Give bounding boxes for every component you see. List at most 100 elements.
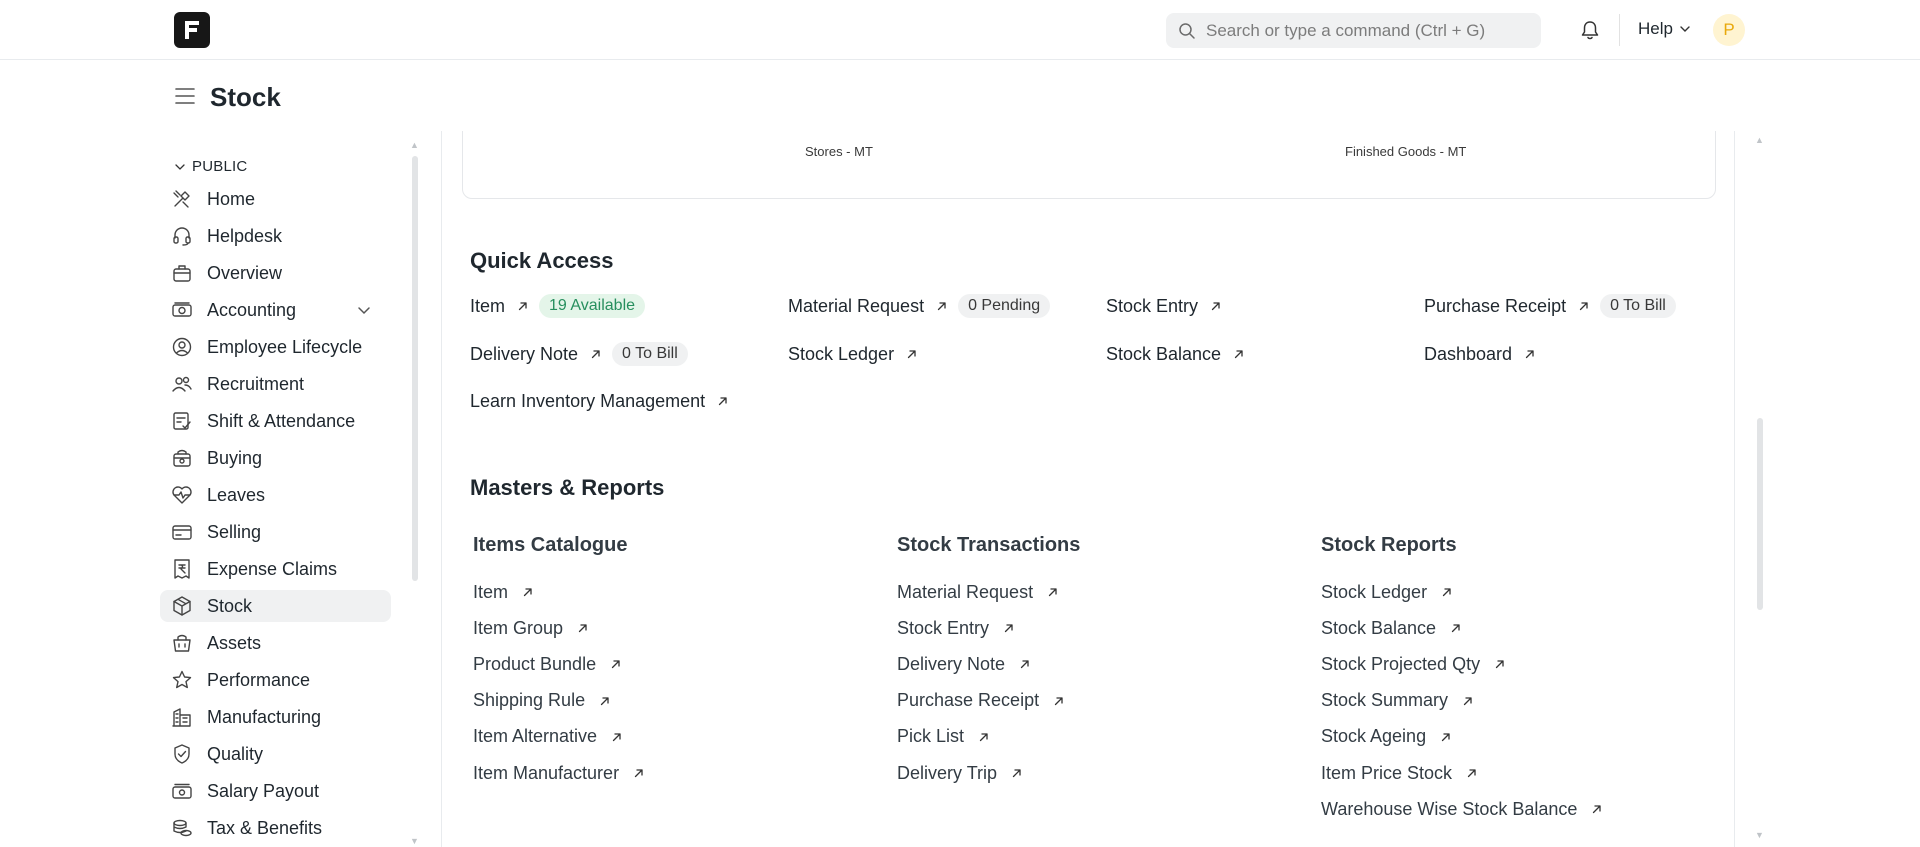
link-stock-entry[interactable]: Stock Entry bbox=[897, 615, 1015, 641]
sidebar-item-helpdesk[interactable]: Helpdesk bbox=[160, 220, 391, 252]
sidebar-item-accounting[interactable]: Accounting bbox=[160, 294, 391, 326]
sidebar-item-label: Selling bbox=[207, 521, 262, 542]
link-shipping-rule[interactable]: Shipping Rule bbox=[473, 688, 611, 714]
sidebar-item-performance[interactable]: Performance bbox=[160, 664, 391, 696]
quick-access-label: Learn Inventory Management bbox=[470, 390, 706, 411]
link-label: Pick List bbox=[897, 726, 965, 747]
link-stock-projected-qty[interactable]: Stock Projected Qty bbox=[1321, 651, 1506, 677]
bag-icon bbox=[173, 449, 191, 467]
external-link-arrow-icon bbox=[1463, 696, 1472, 705]
external-link-arrow-icon bbox=[1495, 660, 1504, 669]
link-stock-summary[interactable]: Stock Summary bbox=[1321, 688, 1474, 714]
search-bar[interactable]: Search or type a command (Ctrl + G) bbox=[1166, 13, 1541, 48]
content-scroll-up[interactable]: ▲ bbox=[1755, 135, 1764, 145]
quick-access-stock-ledger[interactable]: Stock Ledger bbox=[788, 340, 918, 368]
sidebar-item-label: Expense Claims bbox=[207, 558, 338, 579]
help-dropdown[interactable]: Help bbox=[1638, 19, 1691, 39]
chart-label-stores: Stores - MT bbox=[805, 144, 873, 159]
sidebar-item-label: Recruitment bbox=[207, 373, 305, 394]
link-item-manufacturer[interactable]: Item Manufacturer bbox=[473, 760, 645, 786]
help-label: Help bbox=[1638, 19, 1673, 38]
link-item-alternative[interactable]: Item Alternative bbox=[473, 724, 623, 750]
link-label: Item Alternative bbox=[473, 726, 598, 747]
link-label: Delivery Note bbox=[897, 653, 1006, 674]
external-link-arrow-icon bbox=[578, 624, 587, 633]
external-link-arrow-icon bbox=[612, 733, 621, 741]
user-avatar[interactable]: P bbox=[1713, 14, 1745, 46]
quick-access-item[interactable]: Item 19 Available bbox=[470, 292, 646, 320]
sidebar-item-assets[interactable]: Assets bbox=[160, 627, 391, 659]
quick-access-label: Purchase Receipt bbox=[1424, 295, 1567, 316]
quick-access-stock-balance[interactable]: Stock Balance bbox=[1106, 340, 1245, 368]
app-logo[interactable] bbox=[174, 12, 210, 48]
headset-icon bbox=[173, 227, 191, 246]
sidebar: PUBLIC Home Helpdesk Overview Accounting Emp… bbox=[160, 140, 420, 847]
sidebar-item-buying[interactable]: Buying bbox=[160, 442, 391, 474]
link-item-price-stock[interactable]: Item Price Stock bbox=[1321, 760, 1478, 786]
quick-access-dashboard[interactable]: Dashboard bbox=[1424, 340, 1536, 368]
sidebar-item-label: Helpdesk bbox=[207, 225, 283, 246]
sidebar-item-overview[interactable]: Overview bbox=[160, 257, 391, 289]
quick-access-label: Item bbox=[470, 295, 506, 316]
cash-icon bbox=[172, 783, 192, 799]
link-stock-balance[interactable]: Stock Balance bbox=[1321, 615, 1462, 641]
sidebar-scrollbar[interactable] bbox=[412, 156, 418, 581]
frappe-logo-icon bbox=[185, 21, 199, 39]
external-link-arrow-icon bbox=[1441, 733, 1450, 741]
link-stock-ledger[interactable]: Stock Ledger bbox=[1321, 579, 1453, 605]
quick-access-material-request[interactable]: Material Request 0 Pending bbox=[788, 292, 1051, 320]
link-item[interactable]: Item bbox=[473, 579, 534, 605]
link-label: Item Price Stock bbox=[1321, 762, 1453, 783]
link-product-bundle[interactable]: Product Bundle bbox=[473, 651, 622, 677]
sidebar-item-salary-payout[interactable]: Salary Payout bbox=[160, 775, 391, 807]
sidebar-scroll-down[interactable]: ▼ bbox=[410, 836, 419, 846]
notification-bell-icon[interactable] bbox=[1579, 19, 1601, 41]
quick-access-learn-inventory-management[interactable]: Learn Inventory Management bbox=[470, 387, 729, 415]
card-icon bbox=[172, 525, 192, 540]
content-scrollbar[interactable] bbox=[1757, 418, 1763, 610]
sidebar-item-quality[interactable]: Quality bbox=[160, 738, 391, 770]
quick-access-label: Stock Entry bbox=[1106, 295, 1199, 316]
content-scroll-down[interactable]: ▼ bbox=[1755, 830, 1764, 840]
link-label: Stock Ledger bbox=[1321, 581, 1428, 602]
workspace-content: Stores - MT Finished Goods - MT Quick Ac… bbox=[441, 131, 1735, 847]
sidebar-item-employee-lifecycle[interactable]: Employee Lifecycle bbox=[160, 331, 391, 363]
quick-access-purchase-receipt[interactable]: Purchase Receipt 0 To Bill bbox=[1424, 292, 1676, 320]
external-link-arrow-icon bbox=[634, 769, 643, 778]
chevron-down-icon[interactable] bbox=[356, 302, 372, 318]
sidebar-toggle-icon[interactable] bbox=[175, 87, 195, 105]
sidebar-item-label: Shift & Attendance bbox=[207, 410, 356, 431]
card-title-stock-transactions: Stock Transactions bbox=[897, 534, 1081, 556]
link-delivery-note[interactable]: Delivery Note bbox=[897, 651, 1031, 677]
sidebar-item-selling[interactable]: Selling bbox=[160, 516, 391, 548]
sidebar-scroll-up[interactable]: ▲ bbox=[410, 140, 419, 150]
link-stock-ageing[interactable]: Stock Ageing bbox=[1321, 724, 1452, 750]
sidebar-section-public[interactable]: PUBLIC bbox=[174, 158, 247, 175]
sidebar-item-recruitment[interactable]: Recruitment bbox=[160, 368, 391, 400]
sidebar-item-label: Tax & Benefits bbox=[207, 817, 323, 838]
link-pick-list[interactable]: Pick List bbox=[897, 724, 990, 750]
sidebar-item-shift-and-attendance[interactable]: Shift & Attendance bbox=[160, 405, 391, 437]
link-purchase-receipt[interactable]: Purchase Receipt bbox=[897, 688, 1065, 714]
sidebar-item-leaves[interactable]: Leaves bbox=[160, 479, 391, 511]
box-icon bbox=[173, 596, 191, 616]
sidebar-item-expense-claims[interactable]: Expense Claims bbox=[160, 553, 391, 585]
sidebar-item-home[interactable]: Home bbox=[160, 183, 391, 215]
quick-access-label: Material Request bbox=[788, 295, 925, 316]
link-material-request[interactable]: Material Request bbox=[897, 579, 1059, 605]
sidebar-item-tax-and-benefits[interactable]: Tax & Benefits bbox=[160, 812, 391, 844]
link-item-group[interactable]: Item Group bbox=[473, 615, 589, 641]
quick-access-title: Quick Access bbox=[470, 248, 614, 273]
sidebar-item-manufacturing[interactable]: Manufacturing bbox=[160, 701, 391, 733]
link-label: Item Group bbox=[473, 617, 564, 638]
quick-access-stock-entry[interactable]: Stock Entry bbox=[1106, 292, 1222, 320]
link-label: Item bbox=[473, 581, 509, 602]
quick-access-delivery-note[interactable]: Delivery Note 0 To Bill bbox=[470, 340, 688, 368]
external-link-arrow-icon bbox=[518, 302, 527, 311]
link-delivery-trip[interactable]: Delivery Trip bbox=[897, 760, 1023, 786]
top-navbar: Search or type a command (Ctrl + G) Help… bbox=[0, 0, 1920, 60]
sidebar-item-stock[interactable]: Stock bbox=[160, 590, 391, 622]
external-link-arrow-icon bbox=[1525, 350, 1534, 359]
link-warehouse-wise-stock-balance[interactable]: Warehouse Wise Stock Balance bbox=[1321, 796, 1603, 822]
count-badge: 0 To Bill bbox=[612, 342, 688, 366]
